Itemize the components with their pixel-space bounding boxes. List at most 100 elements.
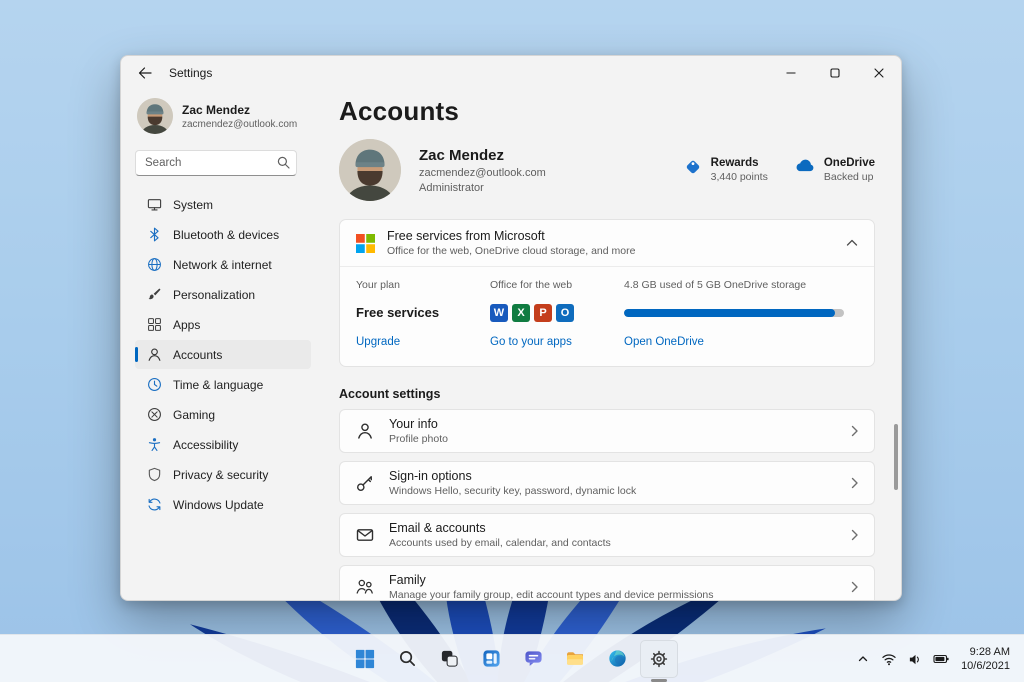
task-view-button[interactable] (430, 640, 468, 678)
family-row[interactable]: Family Manage your family group, edit ac… (339, 565, 875, 600)
collapse-card-button[interactable] (846, 234, 858, 252)
maximize-button[interactable] (813, 56, 857, 90)
profile-role: Administrator (419, 181, 484, 194)
minimize-icon (786, 72, 796, 74)
chevron-right-icon (851, 529, 859, 541)
family-icon (356, 579, 373, 594)
sidebar-item-label: Privacy & security (173, 467, 269, 482)
sidebar: Zac Mendez zacmendez@outlook.com System (121, 90, 325, 600)
wifi-icon (882, 654, 896, 666)
email-accounts-row[interactable]: Email & accounts Accounts used by email,… (339, 513, 875, 557)
taskbar-clock[interactable]: 9:28 AM 10/6/2021 (955, 645, 1020, 674)
main-content: Accounts Zac Mendez zacmendez@outlook.co… (325, 90, 901, 600)
go-to-apps-link[interactable]: Go to your apps (490, 336, 572, 348)
sign-in-options-row[interactable]: Sign-in options Windows Hello, security … (339, 461, 875, 505)
sidebar-user-email: zacmendez@outlook.com (182, 118, 298, 130)
sidebar-item-label: Time & language (173, 377, 264, 392)
sidebar-item-time-language[interactable]: Time & language (135, 370, 311, 399)
search-icon (277, 156, 290, 169)
rewards-text: Rewards 3,440 points (711, 157, 768, 183)
storage-column: 4.8 GB used of 5 GB OneDrive storage Ope… (624, 279, 858, 350)
your-info-text: Your info Profile photo (389, 417, 448, 445)
user-avatar (137, 98, 173, 134)
window-controls (769, 56, 901, 90)
sidebar-item-bluetooth[interactable]: Bluetooth & devices (135, 220, 311, 249)
word-icon: W (490, 303, 508, 322)
desktop: Settings Zac Mendez zacmendez@outlook.co… (0, 0, 1024, 682)
sidebar-item-accounts[interactable]: Accounts (135, 340, 311, 369)
onedrive-icon (796, 159, 814, 172)
sidebar-item-gaming[interactable]: Gaming (135, 400, 311, 429)
rewards-badge[interactable]: Rewards 3,440 points (683, 157, 768, 183)
volume-indicator[interactable] (903, 644, 927, 674)
sidebar-item-label: Network & internet (173, 257, 272, 272)
free-services-header[interactable]: Free services from Microsoft Office for … (340, 220, 874, 266)
office-column: Office for the web W X P O Go to your ap… (490, 279, 624, 350)
window-scrollbar[interactable] (894, 424, 898, 490)
powerpoint-icon: P (534, 303, 552, 322)
free-services-subtitle: Office for the web, OneDrive cloud stora… (387, 245, 636, 257)
system-icon (147, 197, 162, 212)
sidebar-item-network[interactable]: Network & internet (135, 250, 311, 279)
edge-icon (608, 650, 626, 667)
time-language-icon (147, 377, 162, 392)
battery-indicator[interactable] (929, 644, 953, 674)
wifi-indicator[interactable] (877, 644, 901, 674)
profile-section: Zac Mendez zacmendez@outlook.com Adminis… (339, 139, 875, 201)
chevron-up-icon (858, 656, 868, 662)
maximize-icon (830, 68, 840, 78)
sidebar-item-system[interactable]: System (135, 190, 311, 219)
free-services-title: Free services from Microsoft (387, 229, 545, 243)
your-info-row[interactable]: Your info Profile photo (339, 409, 875, 453)
widgets-button[interactable] (472, 640, 510, 678)
chat-button[interactable] (514, 640, 552, 678)
page-title: Accounts (339, 96, 460, 126)
edge-button[interactable] (598, 640, 636, 678)
back-button[interactable] (131, 60, 159, 86)
speaker-icon (909, 654, 919, 664)
chevron-right-icon (851, 425, 859, 437)
row-title: Family (389, 573, 426, 587)
settings-taskbar-button[interactable] (640, 639, 678, 682)
tray-overflow-button[interactable] (851, 644, 875, 674)
file-explorer-button[interactable] (556, 640, 594, 678)
system-tray: 9:28 AM 10/6/2021 (851, 635, 1020, 682)
profile-name: Zac Mendez (419, 146, 505, 164)
chevron-right-icon (851, 581, 859, 593)
open-onedrive-link[interactable]: Open OneDrive (624, 336, 704, 348)
taskbar-search-button[interactable] (388, 640, 426, 678)
sidebar-user-card[interactable]: Zac Mendez zacmendez@outlook.com (135, 92, 311, 140)
close-button[interactable] (857, 56, 901, 90)
upgrade-link[interactable]: Upgrade (356, 336, 400, 348)
sidebar-item-privacy[interactable]: Privacy & security (135, 460, 311, 489)
gear-icon (650, 650, 668, 667)
onedrive-progress-bar (624, 308, 844, 317)
email-accounts-text: Email & accounts Accounts used by email,… (389, 521, 611, 549)
plan-label: Your plan (356, 279, 400, 291)
profile-text: Zac Mendez zacmendez@outlook.com Adminis… (419, 147, 546, 194)
onedrive-text: OneDrive Backed up (824, 157, 875, 183)
free-services-text: Free services from Microsoft Office for … (387, 229, 635, 257)
windows-logo-icon (355, 649, 375, 668)
sidebar-item-label: Apps (173, 317, 201, 332)
sidebar-item-accessibility[interactable]: Accessibility (135, 430, 311, 459)
minimize-button[interactable] (769, 56, 813, 90)
onedrive-badge[interactable]: OneDrive Backed up (794, 157, 875, 183)
clock-date: 10/6/2021 (961, 660, 1010, 672)
plan-column: Your plan Free services Upgrade (356, 279, 490, 350)
sidebar-item-windows-update[interactable]: Windows Update (135, 490, 311, 519)
apps-icon (147, 317, 162, 332)
onedrive-progress-fill (624, 308, 836, 317)
sidebar-item-personalization[interactable]: Personalization (135, 280, 311, 309)
window-title: Settings (169, 66, 213, 80)
chevron-right-icon (851, 477, 859, 489)
bluetooth-icon (147, 227, 162, 242)
search-input[interactable] (135, 150, 297, 176)
accessibility-icon (147, 437, 162, 452)
task-view-icon (441, 650, 458, 667)
row-title: Sign-in options (389, 469, 472, 483)
battery-icon (933, 654, 949, 664)
clock-time: 9:28 AM (969, 645, 1010, 658)
sidebar-item-apps[interactable]: Apps (135, 310, 311, 339)
start-button[interactable] (346, 640, 384, 678)
